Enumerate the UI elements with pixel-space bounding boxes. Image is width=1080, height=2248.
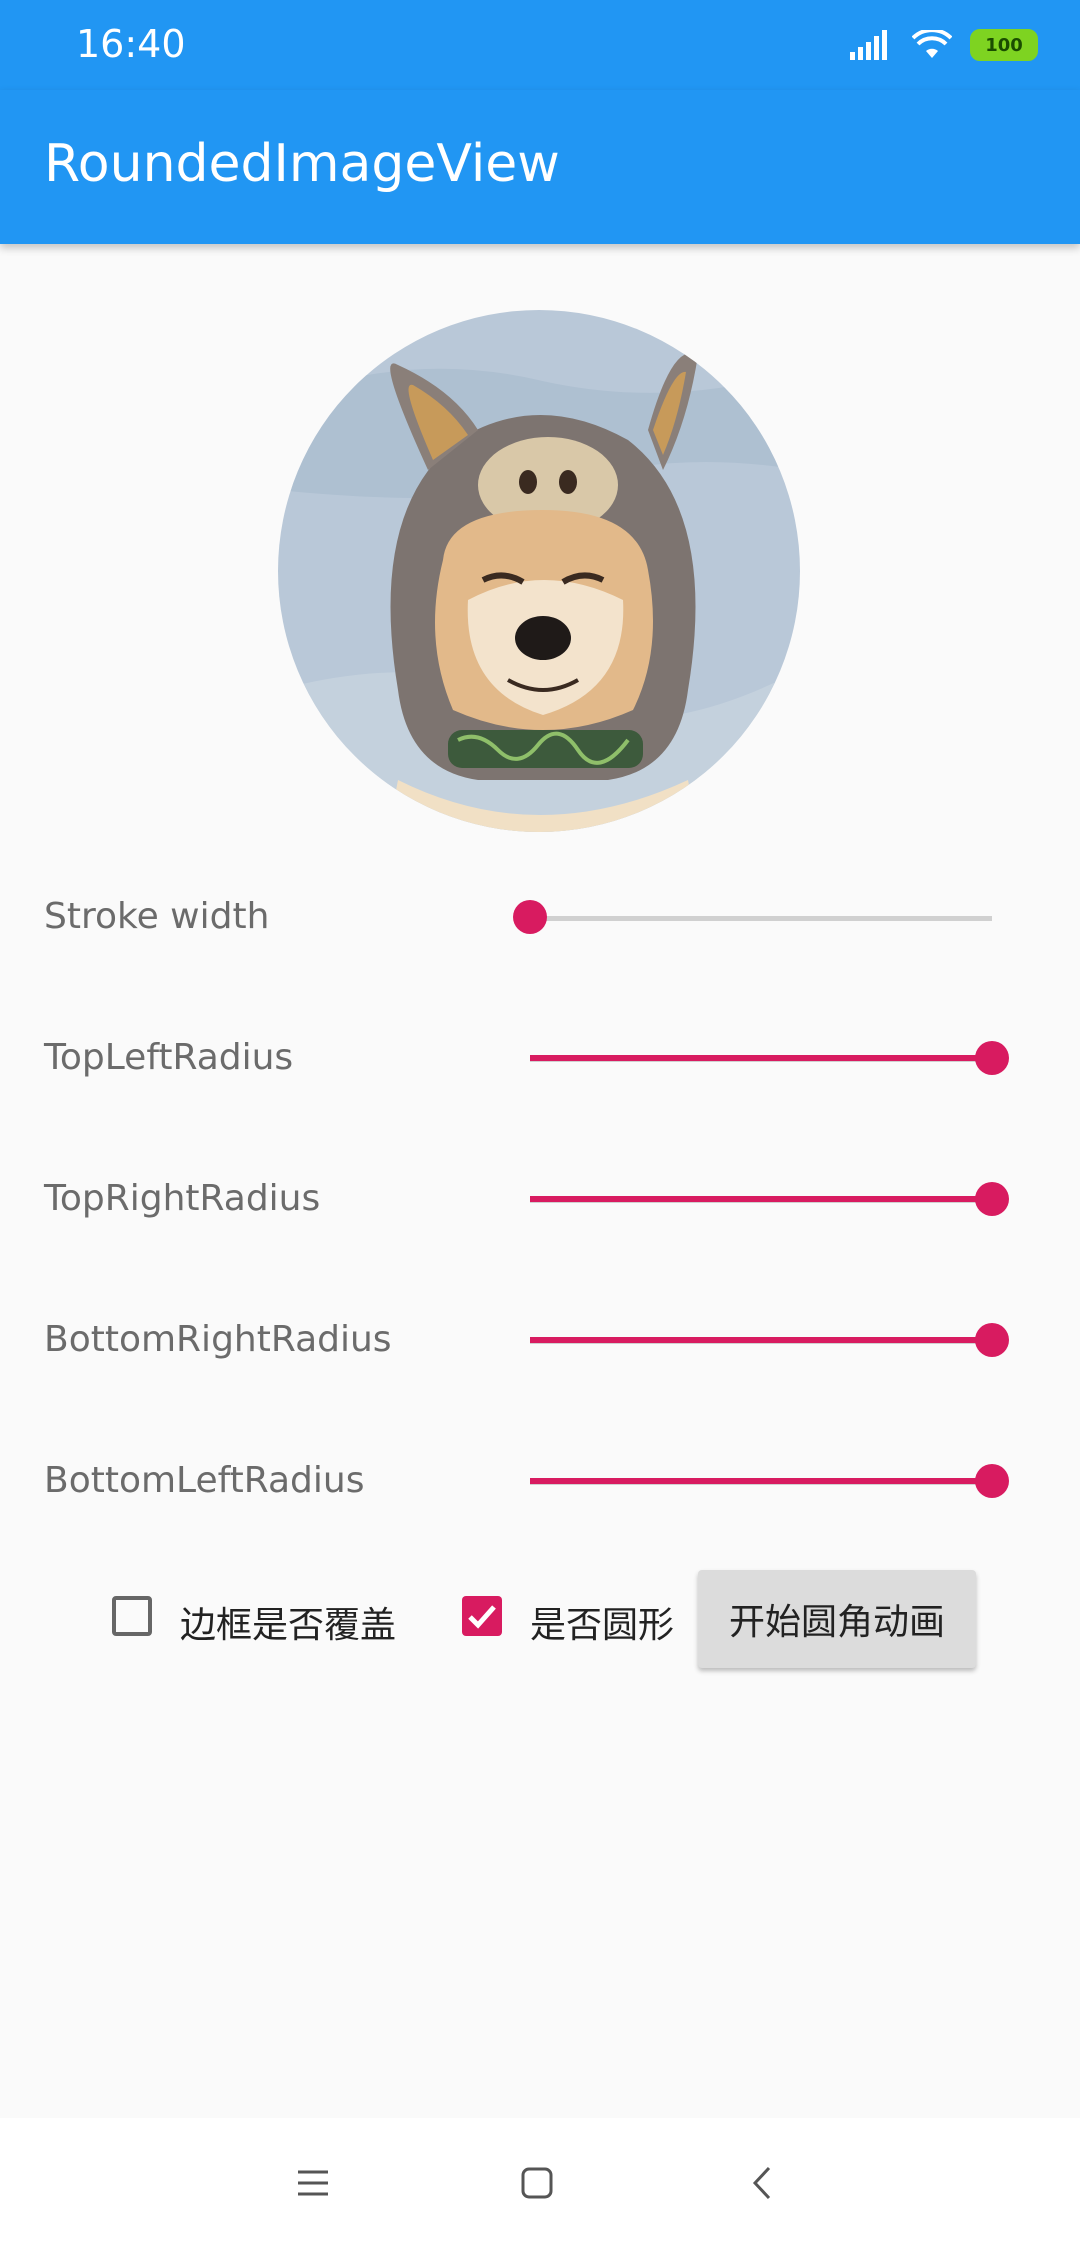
slider-label: TopRightRadius: [44, 1178, 321, 1219]
slider-fill: [530, 1337, 992, 1343]
slider-stroke-width: Stroke width: [0, 878, 1080, 958]
status-icons: 100: [850, 28, 1038, 62]
slider-thumb[interactable]: [975, 1041, 1009, 1075]
app-bar: RoundedImageView: [0, 90, 1080, 244]
slider-label: BottomRightRadius: [44, 1319, 392, 1360]
slider-bottom-right-radius: BottomRightRadius: [0, 1301, 1080, 1381]
controls-row: 边框是否覆盖 是否圆形 开始圆角动画: [0, 1566, 1080, 1676]
slider-thumb[interactable]: [975, 1323, 1009, 1357]
app-title: RoundedImageView: [44, 134, 560, 194]
slider-track[interactable]: [530, 916, 992, 921]
slider-thumb[interactable]: [975, 1464, 1009, 1498]
slider-label: Stroke width: [44, 896, 270, 937]
slider-top-right-radius: TopRightRadius: [0, 1160, 1080, 1240]
slider-fill: [530, 1196, 992, 1202]
start-animation-button[interactable]: 开始圆角动画: [698, 1570, 976, 1668]
slider-bottom-left-radius: BottomLeftRadius: [0, 1442, 1080, 1522]
dog-photo: [278, 310, 800, 832]
border-overlay-checkbox[interactable]: [112, 1596, 152, 1636]
slider-thumb[interactable]: [975, 1182, 1009, 1216]
signal-icon: [850, 30, 887, 60]
menu-icon[interactable]: [288, 2158, 338, 2208]
navigation-bar: [0, 2118, 1080, 2248]
wifi-icon: [912, 30, 952, 58]
status-time: 16:40: [76, 22, 186, 66]
slider-label: BottomLeftRadius: [44, 1460, 365, 1501]
is-oval-checkbox[interactable]: [462, 1596, 502, 1636]
slider-fill: [530, 1055, 992, 1061]
rounded-image: [278, 310, 800, 832]
border-overlay-label[interactable]: 边框是否覆盖: [180, 1596, 396, 1648]
is-oval-label[interactable]: 是否圆形: [530, 1596, 674, 1648]
slider-thumb[interactable]: [513, 900, 547, 934]
back-icon[interactable]: [738, 2158, 788, 2208]
slider-label: TopLeftRadius: [44, 1037, 294, 1078]
battery-icon: 100: [970, 29, 1038, 61]
status-bar: 16:40 100: [0, 0, 1080, 90]
slider-top-left-radius: TopLeftRadius: [0, 1019, 1080, 1099]
slider-fill: [530, 1478, 992, 1484]
checkmark-icon: [468, 1605, 496, 1629]
home-icon[interactable]: [512, 2158, 562, 2208]
battery-level: 100: [985, 34, 1023, 56]
